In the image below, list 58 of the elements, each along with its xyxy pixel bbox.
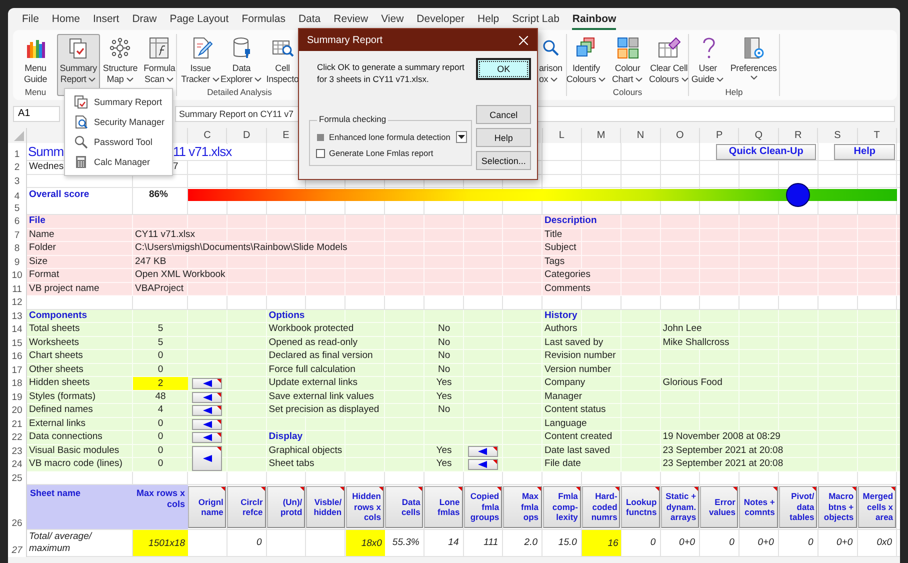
sheet-label: Update external links bbox=[266, 377, 360, 390]
sheet-label: Last saved by bbox=[542, 336, 606, 349]
sheet-label: Content created bbox=[542, 431, 614, 444]
dialog-message: Click OK to generate a summary report for 3 sheets in CY11 v71.xlsx. bbox=[316, 61, 466, 86]
sheet-label: C:\Users\migsh\Documents\Rainbow\Slide Models bbox=[133, 242, 350, 254]
sheet-title: Summ bbox=[27, 144, 65, 160]
sheet-label: Opened as read-only bbox=[266, 336, 360, 349]
sheet-label: Revision number bbox=[542, 350, 618, 362]
group-label: Colours bbox=[612, 86, 642, 98]
sheet-label: Mike Shallcross bbox=[660, 336, 732, 349]
sheet-label: VBAProject bbox=[133, 282, 186, 295]
sheet-label: Comments bbox=[542, 282, 592, 295]
sheet-label: Workbook protected bbox=[266, 323, 356, 336]
sheet-label: Glorious Food bbox=[660, 377, 724, 390]
sheet-label: Open XML Workbook bbox=[133, 269, 228, 282]
sheet-label: VB project name bbox=[27, 282, 102, 295]
sheet-label: 23 September 2021 at 20:08 bbox=[660, 458, 786, 470]
sheet-label: Styles (formats) bbox=[27, 390, 98, 403]
sheet-label: Content status bbox=[542, 404, 608, 416]
sheet-label: Company bbox=[542, 377, 588, 390]
sheet-title: 11 v71.xlsx bbox=[172, 144, 233, 160]
section-heading: Display bbox=[266, 431, 305, 444]
section-heading: Components bbox=[27, 310, 90, 322]
sheet-label: Tags bbox=[542, 256, 567, 268]
highlighted-value: 1501x18 bbox=[133, 530, 188, 556]
sheet-label: Subject bbox=[542, 242, 578, 254]
sheet-label: File date bbox=[542, 458, 583, 470]
sheet-label: 19 November 2008 at 08:29 bbox=[660, 431, 782, 444]
group-label: Detailed Analysis bbox=[207, 86, 272, 98]
group-legend: Formula checking bbox=[317, 114, 388, 124]
sheet-label: Categories bbox=[542, 269, 592, 282]
sheet-label: Graphical objects bbox=[266, 444, 344, 457]
sheet-label: Save external link values bbox=[266, 390, 376, 403]
sheet-label: CY11 v71.xlsx bbox=[133, 228, 198, 241]
sheet-label: John Lee bbox=[660, 323, 704, 336]
section-heading: Options bbox=[266, 310, 307, 322]
section-heading: History bbox=[542, 310, 580, 322]
sheet-label: Version number bbox=[542, 364, 614, 376]
highlighted-value: 16 bbox=[582, 530, 622, 556]
sheet-label: 23 September 2021 at 20:08 bbox=[660, 444, 786, 457]
group-label: Menu bbox=[24, 86, 46, 98]
sheet-label: Sheet tabs bbox=[266, 458, 316, 470]
option-label: Generate Lone Fmlas report bbox=[329, 148, 434, 158]
option-label: Enhanced lone formula detection bbox=[329, 132, 450, 142]
group-label: Help bbox=[725, 86, 743, 98]
section-heading: Description bbox=[542, 215, 599, 228]
highlighted-value: 2 bbox=[133, 377, 188, 390]
sheet-label: Language bbox=[542, 418, 589, 430]
highlighted-value: 18x0 bbox=[346, 530, 385, 556]
sheet-label: Declared as final version bbox=[266, 350, 375, 362]
sheet-label: VB macro code (lines) bbox=[27, 458, 124, 470]
list-heading: Max rows x cols bbox=[133, 485, 188, 529]
sheet-label: Date last saved bbox=[542, 444, 612, 457]
sheet-label: Force full calculation bbox=[266, 364, 358, 376]
dialog-title: Summary Report bbox=[307, 34, 383, 46]
sheet-label: Set precision as displayed bbox=[266, 404, 382, 416]
list-heading: Sheet name bbox=[27, 485, 133, 529]
sheet-label: Manager bbox=[542, 390, 584, 403]
